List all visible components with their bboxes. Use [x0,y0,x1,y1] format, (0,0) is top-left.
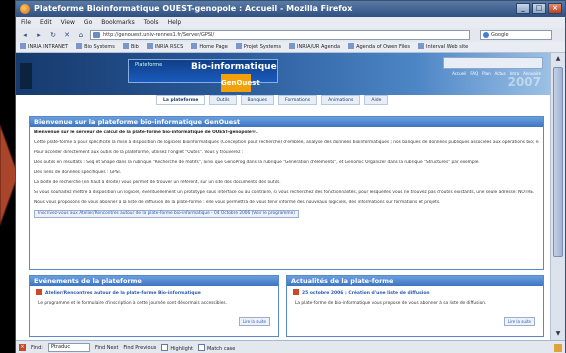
browser-window: Plateforme Bioinformatique OUEST-genopol… [15,0,566,353]
search-placeholder: Google [491,32,509,38]
back-button[interactable]: ◂ [20,31,30,40]
firefox-icon [20,4,30,14]
web-page: Plateforme Bio-informatique GenOuest Acc… [16,53,551,340]
scroll-down-icon[interactable]: ▼ [553,329,563,339]
home-button[interactable]: ⌂ [76,31,86,40]
banner-decoration [20,63,32,89]
minimize-button[interactable]: _ [516,3,530,14]
menu-go[interactable]: Go [84,17,92,28]
bookmark-item[interactable]: Projet Systems [236,42,281,52]
site-search-input[interactable] [443,57,543,69]
tab-banques[interactable]: Banques [240,95,275,105]
menubar: File Edit View Go Bookmarks Tools Help [16,17,565,28]
bookmark-item[interactable]: Home Page [191,42,227,52]
news-read-more-link[interactable]: Lire la suite [503,317,535,326]
tab-aide[interactable]: Aide [364,95,389,105]
bookmark-item[interactable]: INRIA/UR Agenda [289,42,340,52]
screen: Plateforme Bioinformatique OUEST-genopol… [0,0,566,353]
menu-view[interactable]: View [61,17,75,28]
menu-bookmarks[interactable]: Bookmarks [101,17,135,28]
event-text: Le programme et le formulaire d'inscript… [38,301,227,306]
menu-help[interactable]: Help [168,17,182,28]
navigation-toolbar: ◂ ▸ ↻ ✕ ⌂ http://genouest.univ-rennes1.f… [16,28,565,42]
welcome-paragraph: Cette plate-forme a pour spécificité la … [34,140,539,145]
bookmark-item[interactable]: Interval Web site [418,42,468,52]
page-icon [93,32,100,38]
menu-file[interactable]: File [21,17,31,28]
scroll-up-icon[interactable]: ▲ [553,54,563,64]
logo-badge: GenOuest [221,74,260,92]
maximize-button[interactable]: □ [532,3,546,14]
search-input[interactable]: Google [480,30,552,40]
events-panel: Evénements de la plateforme Atelier/Renc… [29,275,279,337]
banner-year: 2007 [507,75,541,89]
url-input[interactable]: http://genouest.univ-rennes1.fr/Server/G… [90,30,470,40]
window-title: Plateforme Bioinformatique OUEST-genopol… [34,4,353,13]
highlight-checkbox[interactable]: Highlight [161,344,193,352]
tab-la-plateforme[interactable]: La plateforme [156,95,206,105]
banner-link[interactable]: Accueil [452,71,466,76]
banner-link[interactable]: FAQ [470,71,478,76]
news-heading: Actualités de la plate-forme [287,276,543,286]
welcome-paragraph: La boîte de recherche (en haut à droite)… [34,180,281,185]
find-next-button[interactable]: Find Next [95,345,118,351]
menu-edit[interactable]: Edit [40,17,52,28]
welcome-intro: Bienvenue sur le serveur de calcul de la… [34,130,258,135]
site-banner: Plateforme Bio-informatique GenOuest Acc… [16,53,551,95]
bookmark-item[interactable]: Bib [123,42,139,52]
bookmarks-toolbar: INRIA INTRANET Bio Systems Bib INRIA RSC… [16,42,565,53]
welcome-paragraph: Nous vous proposons de vous abonner à la… [34,200,441,205]
welcome-panel: Bienvenue sur la plateforme bio-informat… [29,116,544,270]
events-heading: Evénements de la plateforme [30,276,278,286]
close-button[interactable]: × [548,3,562,14]
site-logo[interactable]: Plateforme Bio-informatique GenOuest [128,59,278,92]
workshop-link[interactable]: Inscrivez-vous aux Atelier/Rencontres au… [34,210,299,218]
resize-grip-icon[interactable] [554,344,562,352]
welcome-list-item: Des liens de données spécifiques : GPSI. [34,170,122,175]
bookmark-item[interactable]: INRIA INTRANET [20,42,68,52]
forward-button[interactable]: ▸ [34,31,44,40]
close-find-icon[interactable]: × [19,344,26,351]
scrollbar-thumb[interactable] [553,67,563,257]
find-label: Find: [31,344,43,351]
news-panel: Actualités de la plate-forme 25 octobre … [286,275,544,337]
site-tabs: La plateforme Outils Banques Formations … [156,95,389,105]
banner-link[interactable]: Actus [495,71,506,76]
logo-title: Bio-informatique [191,62,277,72]
vertical-scrollbar[interactable]: ▲ ▼ [550,53,565,340]
find-bar: × Find: Ptraduc Find Next Find Previous … [16,340,565,353]
menu-tools[interactable]: Tools [144,17,159,28]
news-title-link[interactable]: 25 octobre 2006 : Création d'une liste d… [287,286,543,299]
events-read-more-link[interactable]: Lire la suite [238,317,270,326]
reload-button[interactable]: ↻ [48,31,58,40]
bookmark-item[interactable]: INRIA RSCS [147,42,184,52]
find-input[interactable]: Ptraduc [47,343,90,352]
welcome-paragraph: Si vous souhaitez mettre à disposition u… [34,190,535,195]
tab-outils[interactable]: Outils [209,95,237,105]
bookmark-item[interactable]: Bio Systems [76,42,115,52]
bookmark-item[interactable]: Agenda of Owen Files [348,42,410,52]
find-previous-button[interactable]: Find Previous [123,345,156,351]
tab-animations[interactable]: Animations [321,95,361,105]
google-icon [483,32,489,38]
match-case-checkbox[interactable]: Match case [198,344,235,352]
url-text: http://genouest.univ-rennes1.fr/Server/G… [103,32,215,38]
window-titlebar[interactable]: Plateforme Bioinformatique OUEST-genopol… [16,1,565,17]
welcome-paragraph: Pour accéder directement aux outils de l… [34,150,244,155]
welcome-heading: Bienvenue sur la plateforme bio-informat… [30,117,543,127]
event-title-link[interactable]: Atelier/Rencontres autour de la plate-fo… [30,286,278,299]
stop-button[interactable]: ✕ [62,31,72,40]
news-text: La plate-forme de bio-informatique vous … [295,301,487,306]
logo-small-text: Plateforme [135,62,163,68]
tab-formations[interactable]: Formations [278,95,318,105]
welcome-list-item: Des outils en résultats : Seq et Shape d… [34,160,480,165]
banner-link[interactable]: Plan [482,71,491,76]
